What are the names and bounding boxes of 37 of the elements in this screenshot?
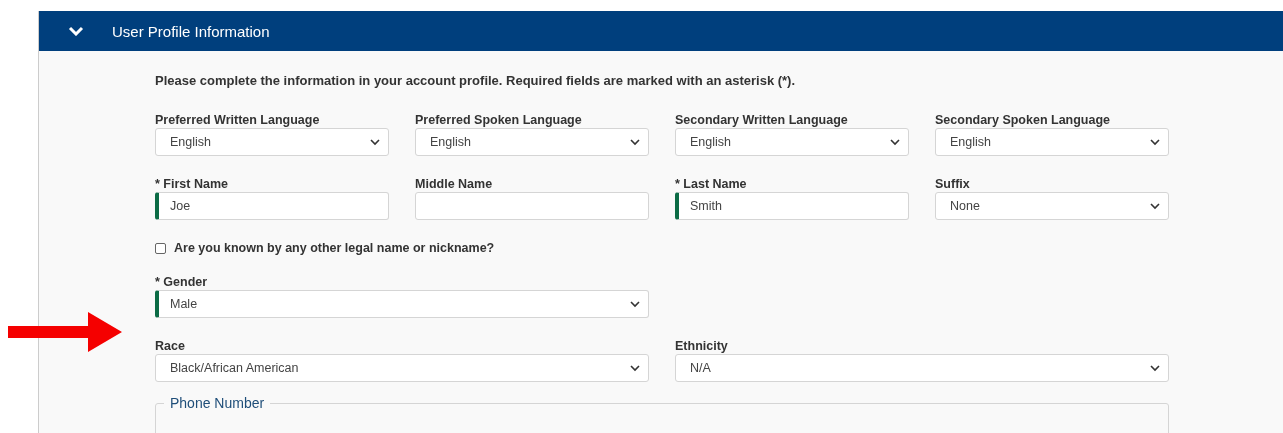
chevron-down-icon[interactable] <box>68 26 84 36</box>
field-label: * First Name <box>155 177 229 192</box>
dropdown[interactable]: Black/African American <box>155 354 649 382</box>
panel-header[interactable]: User Profile Information <box>39 11 1283 51</box>
caret-down-icon <box>1150 202 1160 210</box>
checkbox[interactable] <box>155 242 166 254</box>
field-label: Preferred Spoken Language <box>415 113 583 128</box>
input-field[interactable]: Smith <box>675 192 909 220</box>
field-label: * Gender <box>155 275 209 290</box>
dropdown[interactable]: English <box>675 128 909 156</box>
field-label: Suffix <box>935 177 971 192</box>
field-label: Preferred Written Language <box>155 113 321 128</box>
panel-title: User Profile Information <box>112 22 270 40</box>
instructions-text: Please complete the information in your account profile. Required fields are marked with an asterisk (*). <box>155 73 797 88</box>
field-label: * Last Name <box>675 177 748 192</box>
caret-down-icon <box>890 138 900 146</box>
fieldset-legend: Phone Number <box>164 395 271 411</box>
field-label: Race <box>155 339 186 354</box>
field-label: Secondary Spoken Language <box>935 113 1112 128</box>
caret-down-icon <box>630 138 640 146</box>
field-label: Ethnicity <box>675 339 729 354</box>
field-label: Middle Name <box>415 177 494 192</box>
caret-down-icon <box>630 300 640 308</box>
input-field[interactable] <box>415 192 649 220</box>
dropdown[interactable]: English <box>415 128 649 156</box>
dropdown[interactable]: English <box>155 128 389 156</box>
input-field[interactable]: Joe <box>155 192 389 220</box>
dropdown[interactable]: None <box>935 192 1169 220</box>
caret-down-icon <box>1150 138 1160 146</box>
dropdown[interactable]: English <box>935 128 1169 156</box>
dropdown[interactable]: N/A <box>675 354 1169 382</box>
caret-down-icon <box>1150 364 1160 372</box>
caret-down-icon <box>370 138 380 146</box>
field-label: Secondary Written Language <box>675 113 849 128</box>
dropdown[interactable]: Male <box>155 290 649 318</box>
caret-down-icon <box>630 364 640 372</box>
checkbox-label: Are you known by any other legal name or nickname? <box>174 241 495 255</box>
